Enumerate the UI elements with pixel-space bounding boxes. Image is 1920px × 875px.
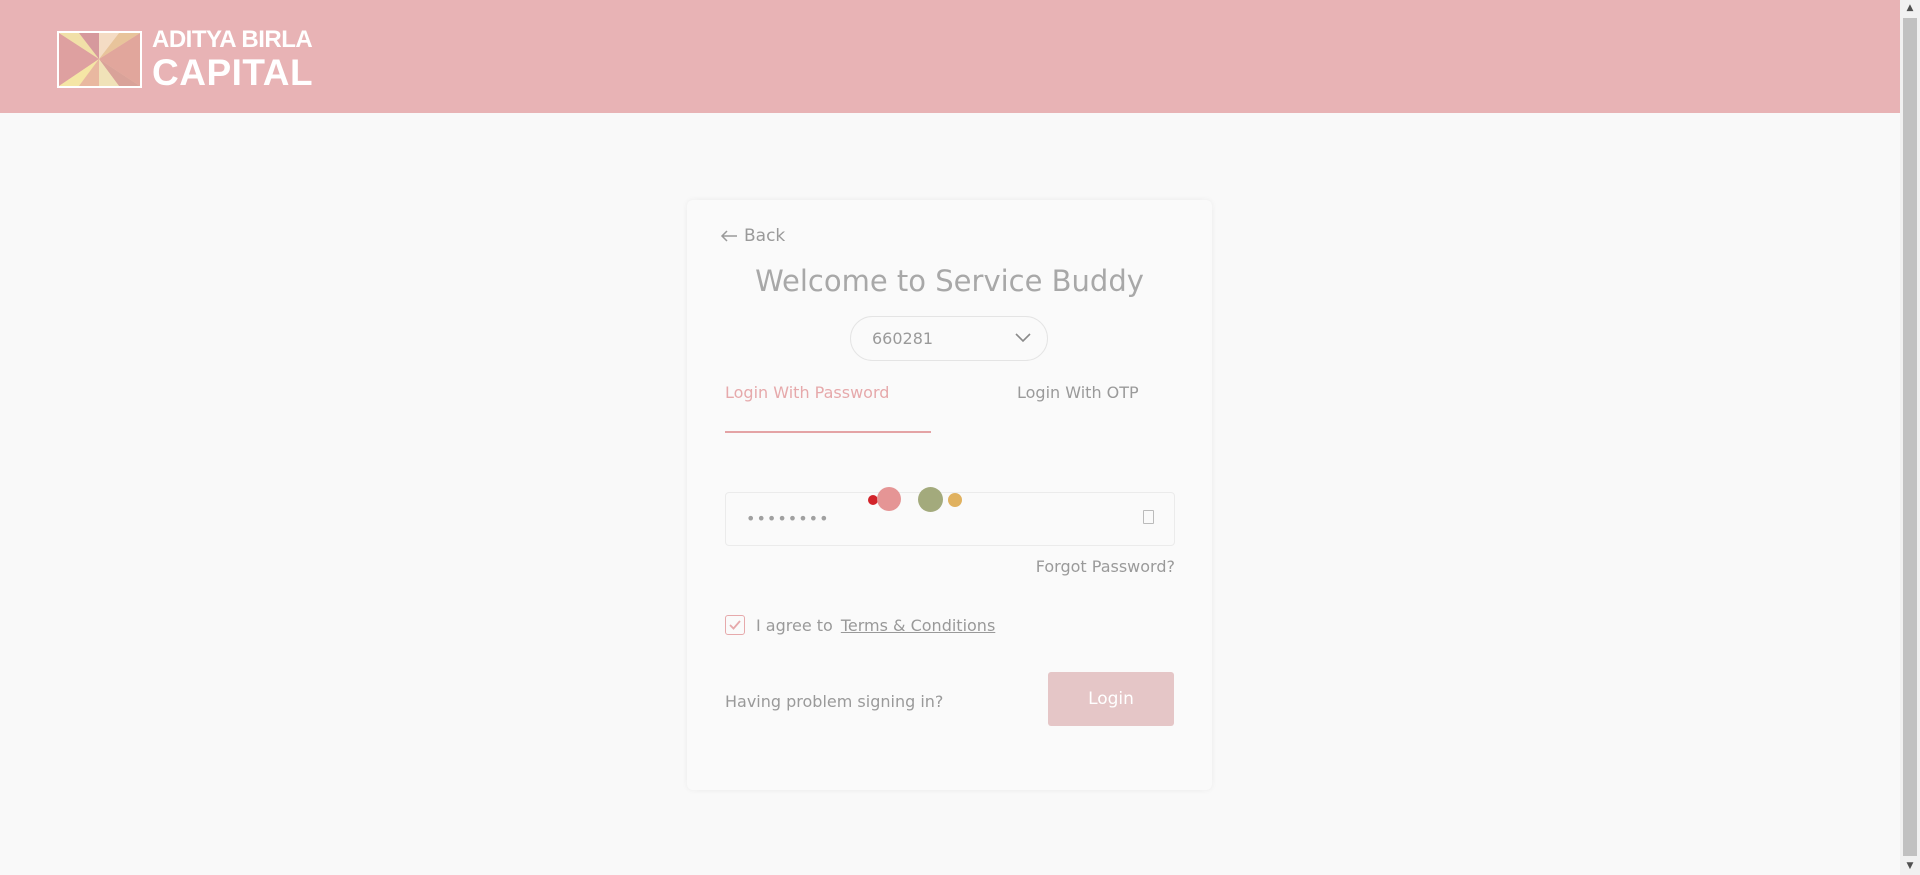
logo-mark-icon xyxy=(57,31,142,88)
back-button[interactable]: Back xyxy=(720,226,785,246)
vertical-scrollbar[interactable]: ▲ ▼ xyxy=(1900,0,1920,875)
checkmark-icon xyxy=(729,620,741,630)
tab-login-with-otp[interactable]: Login With OTP xyxy=(1017,383,1139,402)
scroll-down-icon[interactable]: ▼ xyxy=(1900,858,1920,875)
terms-link[interactable]: Terms & Conditions xyxy=(841,616,995,635)
page-title: Welcome to Service Buddy xyxy=(755,264,1144,298)
terms-checkbox[interactable] xyxy=(725,615,745,635)
code-select[interactable]: 660281 xyxy=(850,316,1048,361)
scrollbar-thumb[interactable] xyxy=(1903,18,1917,856)
signin-help-link[interactable]: Having problem signing in? xyxy=(725,692,943,711)
arrow-left-icon xyxy=(720,230,737,242)
terms-agreement: I agree to Terms & Conditions xyxy=(725,615,995,635)
loader-dot-pink xyxy=(877,487,901,511)
forgot-password-link[interactable]: Forgot Password? xyxy=(1036,557,1175,576)
logo-line1: ADITYA BIRLA xyxy=(152,26,313,53)
password-value: •••••••• xyxy=(746,509,830,528)
top-header: ADITYA BIRLA CAPITAL xyxy=(0,0,1900,113)
active-tab-indicator xyxy=(725,431,931,433)
logo-line2: CAPITAL xyxy=(152,52,314,93)
tab-login-with-password[interactable]: Login With Password xyxy=(725,383,889,402)
loader-dot-yellow xyxy=(948,493,962,507)
login-button[interactable]: Login xyxy=(1048,672,1174,726)
code-select-value: 660281 xyxy=(872,329,934,348)
brand-logo[interactable]: ADITYA BIRLA CAPITAL xyxy=(57,28,313,91)
loading-indicator xyxy=(868,485,978,515)
login-card: Back Welcome to Service Buddy 660281 Log… xyxy=(687,200,1212,790)
logo-text: ADITYA BIRLA CAPITAL xyxy=(152,26,314,93)
back-label: Back xyxy=(744,226,786,246)
loader-dot-green xyxy=(918,487,943,512)
show-password-icon[interactable] xyxy=(1143,510,1154,524)
agree-text: I agree to xyxy=(756,615,833,635)
scroll-up-icon[interactable]: ▲ xyxy=(1900,0,1920,17)
chevron-down-icon xyxy=(1015,333,1031,343)
